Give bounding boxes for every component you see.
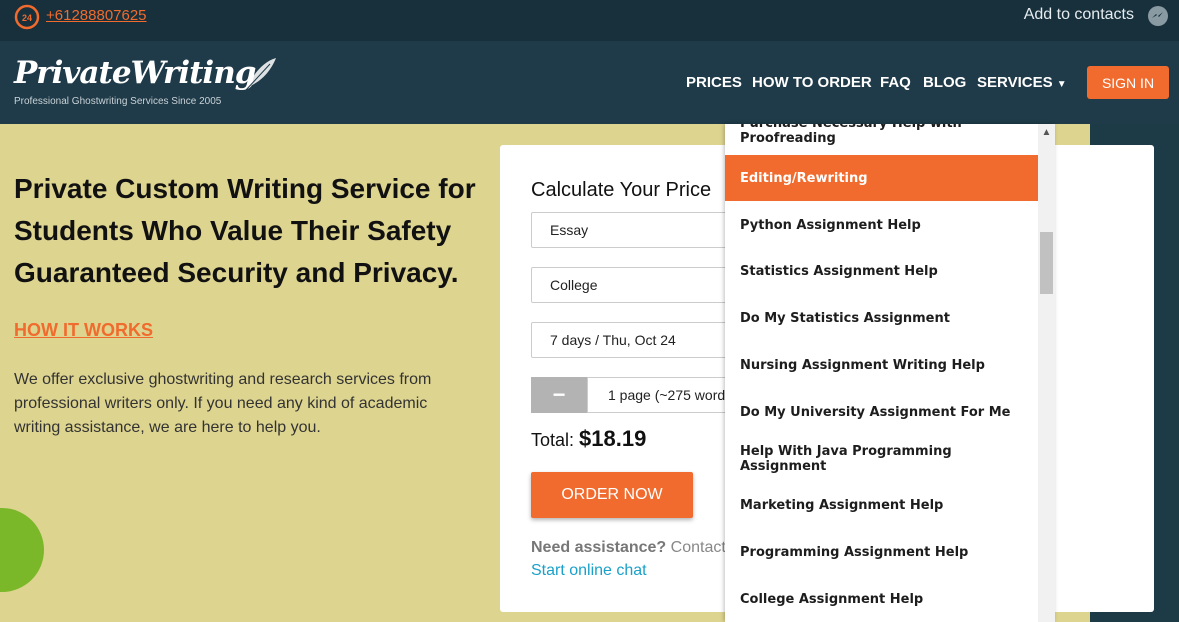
paper-type-select[interactable]: Essay bbox=[531, 212, 731, 248]
chat-widget-icon[interactable] bbox=[0, 508, 44, 592]
dropdown-item[interactable]: Programming Assignment Help bbox=[725, 529, 1038, 575]
hero-description: We offer exclusive ghostwriting and rese… bbox=[14, 371, 432, 436]
pages-decrement-button[interactable]: − bbox=[531, 377, 587, 413]
dropdown-item[interactable]: Purchase Necessary Help with Proofreadin… bbox=[725, 124, 1038, 154]
dropdown-item[interactable]: Marketing Assignment Help bbox=[725, 482, 1038, 528]
nav-prices[interactable]: PRICES bbox=[686, 74, 742, 91]
total: Total: $18.19 bbox=[531, 426, 646, 452]
calculator-title: Calculate Your Price bbox=[531, 179, 712, 201]
need-assistance-label: Need assistance? bbox=[531, 539, 667, 556]
dropdown-scrollbar[interactable]: ▲ bbox=[1038, 124, 1055, 622]
start-chat-link[interactable]: Start online chat bbox=[531, 562, 647, 580]
header: PrivateWriting Professional Ghostwriting… bbox=[0, 41, 1179, 124]
dropdown-item[interactable]: Editing/Rewriting bbox=[725, 155, 1038, 201]
add-to-contacts[interactable]: Add to contacts bbox=[1024, 6, 1134, 24]
scroll-thumb[interactable] bbox=[1040, 232, 1053, 294]
how-it-works-link[interactable]: HOW IT WORKS bbox=[14, 320, 153, 341]
deadline-select[interactable]: 7 days / Thu, Oct 24 bbox=[531, 322, 731, 358]
pages-field[interactable]: 1 page (~275 words) bbox=[587, 377, 731, 413]
hero-title: Private Custom Writing Service for Stude… bbox=[14, 173, 476, 288]
nav-services-label: SERVICES bbox=[977, 74, 1053, 91]
nav-blog[interactable]: BLOG bbox=[923, 74, 966, 91]
order-now-button[interactable]: ORDER NOW bbox=[531, 472, 693, 518]
caret-down-icon: ▼ bbox=[1056, 79, 1067, 90]
logo[interactable]: PrivateWriting bbox=[14, 55, 256, 91]
feather-icon bbox=[245, 58, 276, 91]
contact-text: Contact bbox=[670, 539, 726, 556]
need-assistance: Need assistance? Contact bbox=[531, 539, 726, 557]
dropdown-item[interactable]: Do My Statistics Assignment bbox=[725, 295, 1038, 341]
sign-in-button[interactable]: SIGN IN bbox=[1087, 66, 1169, 99]
academic-level-select[interactable]: College bbox=[531, 267, 731, 303]
scroll-up-icon[interactable]: ▲ bbox=[1038, 124, 1055, 141]
top-bar: 24 +61288807625 Add to contacts bbox=[0, 0, 1179, 41]
dropdown-item[interactable]: Statistics Assignment Help bbox=[725, 248, 1038, 294]
dropdown-item[interactable]: Help With Java Programming Assignment bbox=[725, 436, 1038, 482]
dropdown-item[interactable]: Do My University Assignment For Me bbox=[725, 389, 1038, 435]
dropdown-item[interactable]: Nursing Assignment Writing Help bbox=[725, 342, 1038, 388]
tagline: Professional Ghostwriting Services Since… bbox=[14, 96, 222, 107]
svg-text:24: 24 bbox=[22, 13, 32, 23]
phone-link[interactable]: +61288807625 bbox=[46, 7, 147, 24]
nav-services[interactable]: SERVICES ▼ bbox=[977, 74, 1067, 91]
phone-24-icon: 24 bbox=[14, 4, 40, 30]
nav-faq[interactable]: FAQ bbox=[880, 74, 911, 91]
dropdown-item[interactable]: Python Assignment Help bbox=[725, 202, 1038, 248]
total-price: $18.19 bbox=[579, 426, 647, 451]
messenger-icon[interactable] bbox=[1147, 5, 1169, 27]
services-dropdown: Purchase Necessary Help with Proofreadin… bbox=[725, 124, 1055, 622]
dropdown-item[interactable]: College Assignment Help bbox=[725, 576, 1038, 622]
nav-how-to-order[interactable]: HOW TO ORDER bbox=[752, 74, 872, 91]
total-label: Total: bbox=[531, 430, 575, 450]
